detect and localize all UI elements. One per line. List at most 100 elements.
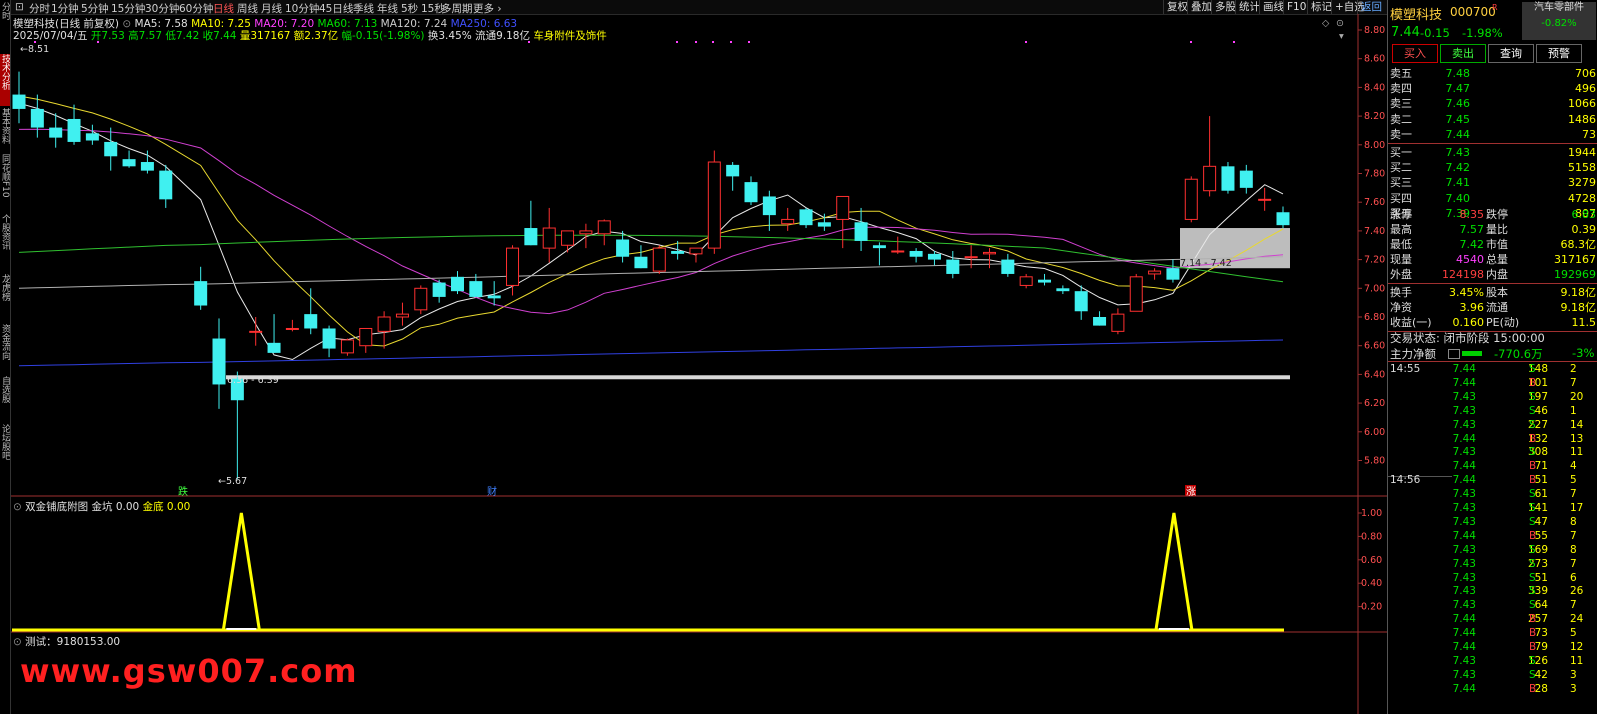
candle-body — [1148, 270, 1162, 275]
tick-price: 7.43 — [1452, 502, 1476, 514]
tick-volume: 73 — [1534, 627, 1548, 640]
sub2-indicator-header: ⊙ 测试：9180153.00 — [13, 634, 120, 649]
stats-divider — [1388, 283, 1597, 284]
candle-body — [744, 182, 758, 203]
ask-row[interactable]: 卖一 7.44 73 — [1388, 127, 1597, 142]
price-tick-label: 6.20 — [1364, 398, 1385, 409]
candle-body — [946, 259, 960, 274]
sub-tick-label: 0.40 — [1361, 578, 1382, 589]
candle — [1111, 308, 1125, 335]
sell-button[interactable]: 卖出 — [1440, 44, 1486, 63]
tick-direction: B — [1529, 376, 1537, 389]
candle — [267, 314, 281, 353]
buy-button[interactable]: 买入 — [1392, 44, 1438, 63]
settings-icon: ⊙ — [1336, 18, 1344, 29]
tick-direction: S — [1529, 390, 1536, 403]
price-tick-label: 8.40 — [1364, 82, 1385, 93]
sector-box[interactable]: 汽车零部件 -0.82% — [1522, 2, 1596, 40]
alert-button[interactable]: 预警 — [1536, 44, 1582, 63]
book-divider — [1388, 143, 1597, 144]
bid-volume: 5158 — [1568, 161, 1596, 175]
candle — [395, 302, 409, 326]
event-marker-up: 涨 — [1186, 486, 1196, 498]
candle-body — [1203, 165, 1217, 192]
stat-label: 市值 — [1486, 238, 1508, 251]
candle-body — [872, 245, 886, 249]
candle — [799, 207, 813, 229]
tick-count: 4 — [1570, 460, 1577, 473]
query-button[interactable]: 查询 — [1488, 44, 1534, 63]
candle-body — [85, 133, 99, 141]
tick-volume: 28 — [1534, 682, 1548, 695]
candle-body — [1056, 288, 1070, 292]
stat-label: 现量 — [1390, 253, 1412, 266]
bid-row[interactable]: 买二 7.42 5158 — [1388, 160, 1597, 175]
candle-body — [836, 195, 850, 220]
gear-icon[interactable]: ⊙ — [13, 501, 22, 513]
candle-body — [1001, 259, 1015, 274]
ask-label: 卖三 — [1390, 97, 1412, 111]
tick-direction: S — [1529, 418, 1536, 431]
signal-dot — [748, 41, 750, 43]
ask-row[interactable]: 卖三 7.46 1066 — [1388, 96, 1597, 111]
signal-dot — [1025, 41, 1027, 43]
signal-dot — [1190, 41, 1192, 43]
candle — [377, 311, 391, 349]
ask-row[interactable]: 卖四 7.47 496 — [1388, 81, 1597, 96]
stats-row: 外盘 124198 内盘 192969 — [1388, 267, 1597, 282]
chart-area[interactable]: 8.80 8.60 8.40 8.20 8.00 7.80 7.60 7.40 7.20 7.00… — [0, 0, 1387, 714]
candle-body — [432, 282, 446, 297]
signal-dot — [34, 41, 36, 43]
signal-peak — [221, 512, 261, 631]
candle — [49, 113, 63, 148]
ask-price: 7.47 — [1445, 82, 1471, 96]
high-annotation: ←8.51 — [20, 44, 49, 55]
bid-row[interactable]: 买三 7.41 3279 — [1388, 175, 1597, 190]
stats-row: 最低 7.42 市值 68.3亿 — [1388, 237, 1597, 252]
bid-row[interactable]: 买四 7.40 4728 — [1388, 191, 1597, 206]
candle — [85, 124, 99, 145]
stat-value: 6.83 — [1571, 208, 1597, 221]
price-tick-label: 7.00 — [1364, 283, 1385, 294]
tick-volume: 64 — [1534, 599, 1548, 612]
ask-label: 卖四 — [1390, 82, 1412, 96]
tick-count: 20 — [1570, 390, 1584, 403]
candle — [561, 230, 575, 253]
candle-body — [689, 247, 703, 255]
candle — [432, 279, 446, 303]
candle — [230, 371, 244, 480]
current-price: 7.44 — [1391, 25, 1420, 40]
tick-count: 3 — [1570, 668, 1577, 681]
gear-icon[interactable]: ⊙ — [13, 636, 22, 648]
candle — [524, 200, 538, 246]
candle-body — [1074, 291, 1088, 312]
tick-price: 7.43 — [1452, 571, 1476, 584]
tick-direction: S — [1529, 668, 1536, 681]
candle-body — [1019, 276, 1033, 286]
tick-direction: S — [1529, 446, 1536, 459]
tick-row: 7.44 101 B 7 — [1388, 377, 1597, 391]
bid-row[interactable]: 买一 7.43 1944 — [1388, 145, 1597, 160]
tick-count: 24 — [1570, 613, 1584, 626]
candle — [450, 271, 464, 295]
main-flow-label: 主力净额 — [1390, 347, 1436, 361]
tick-direction: B — [1529, 529, 1537, 542]
tick-row: 7.43 64 S 7 — [1388, 599, 1597, 613]
candle-body — [104, 141, 118, 157]
candle-body — [799, 209, 813, 226]
stats-row: 换手 3.45% 股本 9.18亿 — [1388, 285, 1597, 300]
candle — [781, 207, 795, 231]
candle-body — [707, 161, 721, 249]
tick-row: 7.43 61 S 7 — [1388, 488, 1597, 502]
sub-indicator-header: ⊙ 双金铺底附图 金坑 0.00 金底 0.00 — [13, 499, 190, 514]
ask-row[interactable]: 卖五 7.48 706 — [1388, 66, 1597, 81]
tick-price: 7.43 — [1452, 418, 1476, 431]
tick-row: 7.44 55 B 7 — [1388, 530, 1597, 544]
candle-body — [781, 218, 795, 225]
candle — [1148, 268, 1162, 280]
candle-body — [542, 227, 556, 249]
sub-tick-label: 1.00 — [1361, 508, 1382, 519]
tick-row: 7.43 47 S 8 — [1388, 516, 1597, 530]
support-box-label: 7.14 - 7.42 — [1180, 258, 1232, 269]
ask-row[interactable]: 卖二 7.45 1486 — [1388, 112, 1597, 127]
